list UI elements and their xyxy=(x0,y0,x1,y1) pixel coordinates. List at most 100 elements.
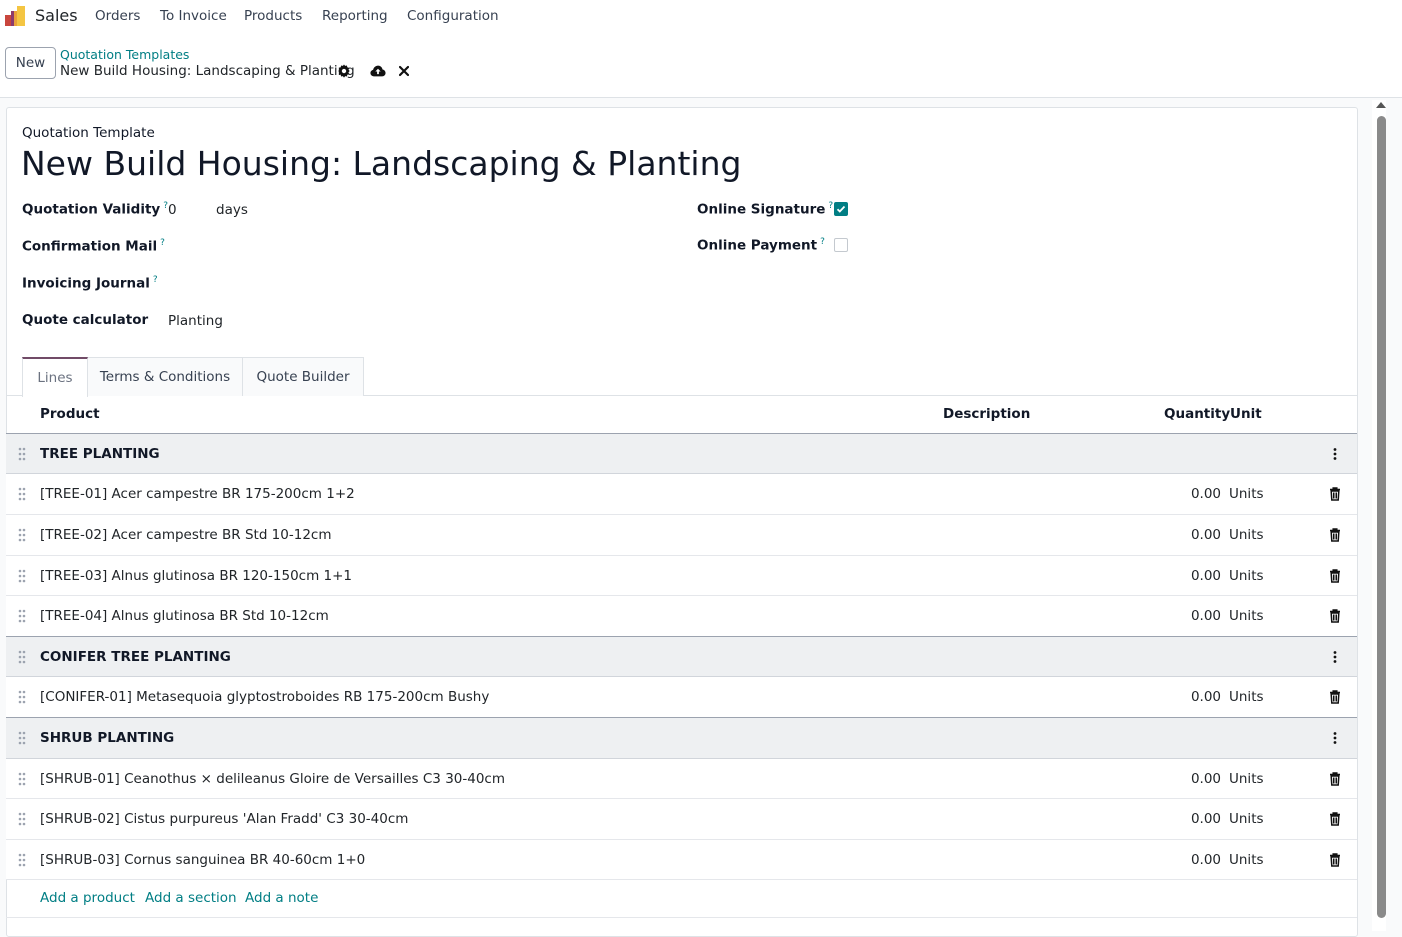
product-cell[interactable]: [TREE-01] Acer campestre BR 175-200cm 1+… xyxy=(40,486,355,502)
section-row[interactable]: TREE PLANTING xyxy=(6,434,1357,474)
unit-cell[interactable]: Units xyxy=(1229,608,1264,624)
unit-cell[interactable]: Units xyxy=(1229,852,1264,868)
column-header-unit[interactable]: Unit xyxy=(1230,406,1262,422)
section-row[interactable]: SHRUB PLANTING xyxy=(6,717,1357,759)
confirmation-mail-input[interactable] xyxy=(168,236,568,256)
help-tooltip-icon[interactable]: ? xyxy=(828,201,833,211)
add-product-link[interactable]: Add a product xyxy=(40,890,135,906)
quantity-cell[interactable]: 0.00 xyxy=(1191,771,1221,787)
add-section-link[interactable]: Add a section xyxy=(145,890,237,906)
menu-to-invoice[interactable]: To Invoice xyxy=(160,8,227,24)
quantity-cell[interactable]: 0.00 xyxy=(1191,568,1221,584)
quantity-cell[interactable]: 0.00 xyxy=(1191,852,1221,868)
template-name-field[interactable]: New Build Housing: Landscaping & Plantin… xyxy=(21,144,741,183)
trash-icon[interactable] xyxy=(1329,812,1341,826)
trash-icon[interactable] xyxy=(1329,528,1341,542)
scrollbar-thumb[interactable] xyxy=(1377,116,1386,918)
table-row[interactable]: [SHRUB-01] Ceanothus × delileanus Gloire… xyxy=(6,759,1357,799)
menu-configuration[interactable]: Configuration xyxy=(407,8,499,24)
quote-calculator-input[interactable]: Planting xyxy=(168,313,223,329)
quantity-cell[interactable]: 0.00 xyxy=(1191,608,1221,624)
product-cell[interactable]: [CONIFER-01] Metasequoia glyptostroboide… xyxy=(40,689,489,705)
drag-handle-icon[interactable] xyxy=(18,609,26,623)
column-header-product[interactable]: Product xyxy=(40,406,100,422)
unit-cell[interactable]: Units xyxy=(1229,771,1264,787)
invoicing-journal-input[interactable] xyxy=(168,273,568,293)
unit-cell[interactable]: Units xyxy=(1229,568,1264,584)
quantity-cell[interactable]: 0.00 xyxy=(1191,486,1221,502)
new-button[interactable]: New xyxy=(5,47,56,79)
section-row[interactable]: CONIFER TREE PLANTING xyxy=(6,636,1357,677)
drag-handle-icon[interactable] xyxy=(18,772,26,786)
menu-reporting[interactable]: Reporting xyxy=(322,8,388,24)
section-name: TREE PLANTING xyxy=(40,445,160,462)
column-header-description[interactable]: Description xyxy=(943,406,1030,422)
tab-terms-conditions[interactable]: Terms & Conditions xyxy=(88,357,243,396)
sales-app-icon[interactable] xyxy=(4,5,28,27)
help-tooltip-icon[interactable]: ? xyxy=(160,238,165,248)
breadcrumb-current: New Build Housing: Landscaping & Plantin… xyxy=(60,63,355,79)
quantity-cell[interactable]: 0.00 xyxy=(1191,811,1221,827)
online-signature-checkbox[interactable] xyxy=(834,202,848,216)
control-panel: New Quotation Templates New Build Housin… xyxy=(0,33,1402,98)
product-cell[interactable]: [SHRUB-03] Cornus sanguinea BR 40-60cm 1… xyxy=(40,852,365,868)
gear-icon[interactable] xyxy=(337,64,351,78)
quotation-validity-input[interactable]: 0 xyxy=(168,202,177,218)
unit-cell[interactable]: Units xyxy=(1229,486,1264,502)
trash-icon[interactable] xyxy=(1329,568,1341,583)
breadcrumb-parent[interactable]: Quotation Templates xyxy=(60,47,189,62)
table-row[interactable]: [CONIFER-01] Metasequoia glyptostroboide… xyxy=(6,677,1357,718)
trash-icon[interactable] xyxy=(1329,609,1341,623)
unit-cell[interactable]: Units xyxy=(1229,689,1264,705)
discard-close-icon[interactable] xyxy=(399,64,409,78)
drag-handle-icon[interactable] xyxy=(18,812,26,826)
cloud-upload-icon[interactable] xyxy=(370,64,386,78)
drag-handle-icon[interactable] xyxy=(18,731,26,745)
table-row[interactable]: [TREE-02] Acer campestre BR Std 10-12cm … xyxy=(6,515,1357,556)
unit-cell[interactable]: Units xyxy=(1229,811,1264,827)
trash-icon[interactable] xyxy=(1329,487,1341,501)
tab-lines[interactable]: Lines xyxy=(22,357,88,397)
product-cell[interactable]: [TREE-03] Alnus glutinosa BR 120-150cm 1… xyxy=(40,568,352,584)
trash-icon[interactable] xyxy=(1329,690,1341,704)
quantity-cell[interactable]: 0.00 xyxy=(1191,527,1221,543)
online-payment-checkbox[interactable] xyxy=(834,238,848,252)
app-name[interactable]: Sales xyxy=(35,6,78,25)
table-row[interactable]: [SHRUB-03] Cornus sanguinea BR 40-60cm 1… xyxy=(6,840,1357,880)
unit-cell[interactable]: Units xyxy=(1229,527,1264,543)
trash-icon[interactable] xyxy=(1329,852,1341,867)
product-cell[interactable]: [SHRUB-02] Cistus purpureus 'Alan Fradd'… xyxy=(40,811,408,827)
drag-handle-icon[interactable] xyxy=(18,690,26,704)
kebab-menu-icon[interactable] xyxy=(1329,731,1341,745)
table-row[interactable]: [TREE-03] Alnus glutinosa BR 120-150cm 1… xyxy=(6,556,1357,596)
help-tooltip-icon[interactable]: ? xyxy=(153,275,158,285)
help-tooltip-icon[interactable]: ? xyxy=(820,237,825,247)
product-cell[interactable]: [TREE-04] Alnus glutinosa BR Std 10-12cm xyxy=(40,608,329,624)
table-row[interactable]: [SHRUB-02] Cistus purpureus 'Alan Fradd'… xyxy=(6,799,1357,840)
drag-handle-icon[interactable] xyxy=(18,650,26,664)
section-name: CONIFER TREE PLANTING xyxy=(40,648,231,665)
drag-handle-icon[interactable] xyxy=(18,528,26,542)
top-navbar: Sales Orders To Invoice Products Reporti… xyxy=(0,0,1402,33)
invoicing-journal-label: Invoicing Journal? xyxy=(22,275,158,292)
drag-handle-icon[interactable] xyxy=(18,569,26,583)
drag-handle-icon[interactable] xyxy=(18,487,26,501)
checkmark-icon xyxy=(836,205,846,213)
kebab-menu-icon[interactable] xyxy=(1329,447,1341,461)
menu-products[interactable]: Products xyxy=(244,8,302,24)
tab-quote-builder[interactable]: Quote Builder xyxy=(242,357,364,396)
scroll-up-arrow-icon[interactable] xyxy=(1376,102,1386,108)
trash-icon[interactable] xyxy=(1329,771,1341,786)
quotation-validity-label: Quotation Validity? xyxy=(22,201,168,218)
table-row[interactable]: [TREE-04] Alnus glutinosa BR Std 10-12cm… xyxy=(6,596,1357,637)
drag-handle-icon[interactable] xyxy=(18,853,26,867)
product-cell[interactable]: [TREE-02] Acer campestre BR Std 10-12cm xyxy=(40,527,331,543)
column-header-quantity[interactable]: Quantity xyxy=(1164,406,1230,422)
quantity-cell[interactable]: 0.00 xyxy=(1191,689,1221,705)
kebab-menu-icon[interactable] xyxy=(1329,650,1341,664)
add-note-link[interactable]: Add a note xyxy=(245,890,318,906)
drag-handle-icon[interactable] xyxy=(18,447,26,461)
menu-orders[interactable]: Orders xyxy=(95,8,140,24)
table-row[interactable]: [TREE-01] Acer campestre BR 175-200cm 1+… xyxy=(6,474,1357,515)
product-cell[interactable]: [SHRUB-01] Ceanothus × delileanus Gloire… xyxy=(40,771,505,787)
